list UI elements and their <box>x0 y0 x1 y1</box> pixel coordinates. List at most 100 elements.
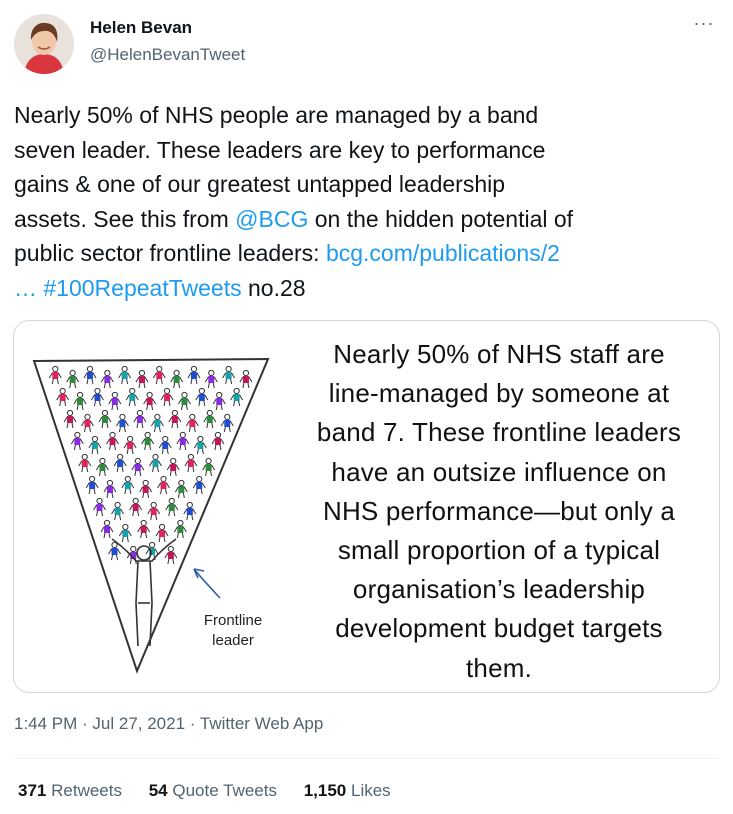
staff-figure-icon <box>66 369 80 389</box>
staff-figure-icon <box>135 369 149 389</box>
meta-separator: · <box>185 714 200 733</box>
tweet-line: … #100RepeatTweets no.28 <box>14 271 719 306</box>
staff-figure-icon <box>168 409 182 429</box>
image-caption: Nearly 50% of NHS staff are line-managed… <box>284 335 714 688</box>
hashtag-link[interactable]: #100RepeatTweets <box>43 275 241 301</box>
tweet-date[interactable]: Jul 27, 2021 <box>92 714 185 733</box>
caption-line: organisation’s leadership <box>352 574 646 605</box>
tweet-line: public sector frontline leaders: bcg.com… <box>14 236 719 271</box>
tweet-line: seven leader. These leaders are key to p… <box>14 136 546 163</box>
meta-separator: · <box>77 714 93 733</box>
staff-figure-icon <box>176 431 190 451</box>
frontline-label-line: Frontline <box>203 612 263 629</box>
staff-figure-icon <box>166 457 180 477</box>
staff-figure-icon <box>48 365 62 385</box>
staff-figure-icon <box>78 453 92 473</box>
retweets-stat[interactable]: 371 Retweets <box>18 781 122 801</box>
staff-figure-icon <box>164 545 178 565</box>
url-link[interactable]: bcg.com/publications/2 <box>326 240 560 266</box>
staff-figure-icon <box>121 475 135 495</box>
staff-figure-icon <box>70 431 84 451</box>
tweet-header: Helen Bevan @HelenBevanTweet ··· <box>14 14 719 78</box>
staff-figure-icon <box>150 413 164 433</box>
tweet-time[interactable]: 1:44 PM <box>14 714 77 733</box>
caption-line: band 7. These frontline leaders <box>316 417 682 448</box>
staff-figures-group <box>48 365 253 565</box>
tweet-text: Nearly 50% of NHS people are managed by … <box>14 98 719 305</box>
staff-figure-icon <box>141 431 155 451</box>
likes-stat[interactable]: 1,150 Likes <box>304 781 391 801</box>
staff-figure-icon <box>183 501 197 521</box>
staff-figure-icon <box>81 413 94 433</box>
caption-line: have an outsize influence on <box>331 456 667 487</box>
staff-figure-icon <box>96 457 109 477</box>
staff-figure-icon <box>131 457 145 477</box>
engagement-stats: 371 Retweets 54 Quote Tweets 1,150 Likes <box>18 781 413 801</box>
caption-line: NHS performance—but only a <box>322 495 676 526</box>
staff-figure-icon <box>202 457 216 477</box>
staff-figure-icon <box>222 365 236 385</box>
tweet-source[interactable]: Twitter Web App <box>200 714 323 733</box>
tweet-metadata: 1:44 PM · Jul 27, 2021 · Twitter Web App <box>14 714 323 734</box>
staff-figure-icon <box>118 523 132 543</box>
staff-figure-icon <box>108 391 122 411</box>
staff-figure-icon <box>98 409 112 429</box>
divider <box>14 758 719 759</box>
url-ellipsis[interactable]: … <box>14 275 37 301</box>
staff-figure-icon <box>93 497 106 517</box>
staff-figure-icon <box>152 365 166 385</box>
staff-figure-icon <box>129 497 143 517</box>
author-name[interactable]: Helen Bevan <box>90 18 192 38</box>
staff-figure-icon <box>160 387 174 407</box>
caption-line: them. <box>465 652 533 683</box>
staff-figure-icon <box>204 369 218 389</box>
quote-tweets-stat[interactable]: 54 Quote Tweets <box>149 781 277 801</box>
staff-figure-icon <box>187 365 201 385</box>
retweets-label: Retweets <box>51 781 122 800</box>
pointer-arrow-icon <box>193 568 221 599</box>
more-options-icon[interactable]: ··· <box>691 14 717 38</box>
staff-figure-icon <box>125 387 139 407</box>
tweet-line: assets. See this from @BCG on the hidden… <box>14 202 719 237</box>
author-handle[interactable]: @HelenBevanTweet <box>90 45 245 65</box>
staff-figure-icon <box>220 413 234 433</box>
staff-figure-icon <box>56 387 70 407</box>
tweet-line: gains & one of our greatest untapped lea… <box>14 171 506 197</box>
staff-figure-icon <box>212 391 226 411</box>
staff-figure-icon <box>137 519 151 539</box>
caption-line: line-managed by someone at <box>328 378 670 409</box>
quote-tweets-label: Quote Tweets <box>172 781 277 800</box>
staff-figure-icon <box>143 391 157 411</box>
tweet-text-fragment: public sector frontline leaders: <box>14 240 326 266</box>
staff-figure-icon <box>203 409 217 429</box>
staff-figure-icon <box>103 479 117 499</box>
staff-figure-icon <box>149 453 162 473</box>
staff-figure-icon <box>133 409 147 429</box>
caption-line: Nearly 50% of NHS staff are <box>333 339 665 369</box>
staff-figure-icon <box>157 475 170 495</box>
profile-photo-icon <box>14 14 74 74</box>
frontline-leader-label: Frontline leader <box>202 611 264 651</box>
staff-figure-icon <box>63 409 77 429</box>
likes-count: 1,150 <box>303 781 347 800</box>
avatar[interactable] <box>14 14 74 74</box>
staff-figure-icon <box>73 391 87 411</box>
mention-link[interactable]: @BCG <box>235 206 308 232</box>
staff-figure-icon <box>145 541 159 561</box>
tweet-image[interactable]: Frontline leader Nearly 50% of NHS staff… <box>13 320 720 693</box>
staff-figure-icon <box>155 523 169 543</box>
staff-figure-icon <box>195 387 209 407</box>
staff-figure-icon <box>88 435 102 455</box>
staff-figure-icon <box>116 413 129 433</box>
staff-figure-icon <box>184 453 198 473</box>
staff-figure-icon <box>123 435 137 455</box>
staff-figure-icon <box>118 365 132 385</box>
staff-figure-icon <box>211 431 225 451</box>
staff-figure-icon <box>113 453 127 473</box>
tweet-text-fragment: assets. See this from <box>14 205 236 232</box>
staff-figure-icon <box>100 369 114 389</box>
staff-figure-icon <box>139 479 153 499</box>
caption-line: development budget targets <box>335 613 663 644</box>
staff-figure-icon <box>83 365 97 385</box>
likes-label: Likes <box>350 781 391 800</box>
